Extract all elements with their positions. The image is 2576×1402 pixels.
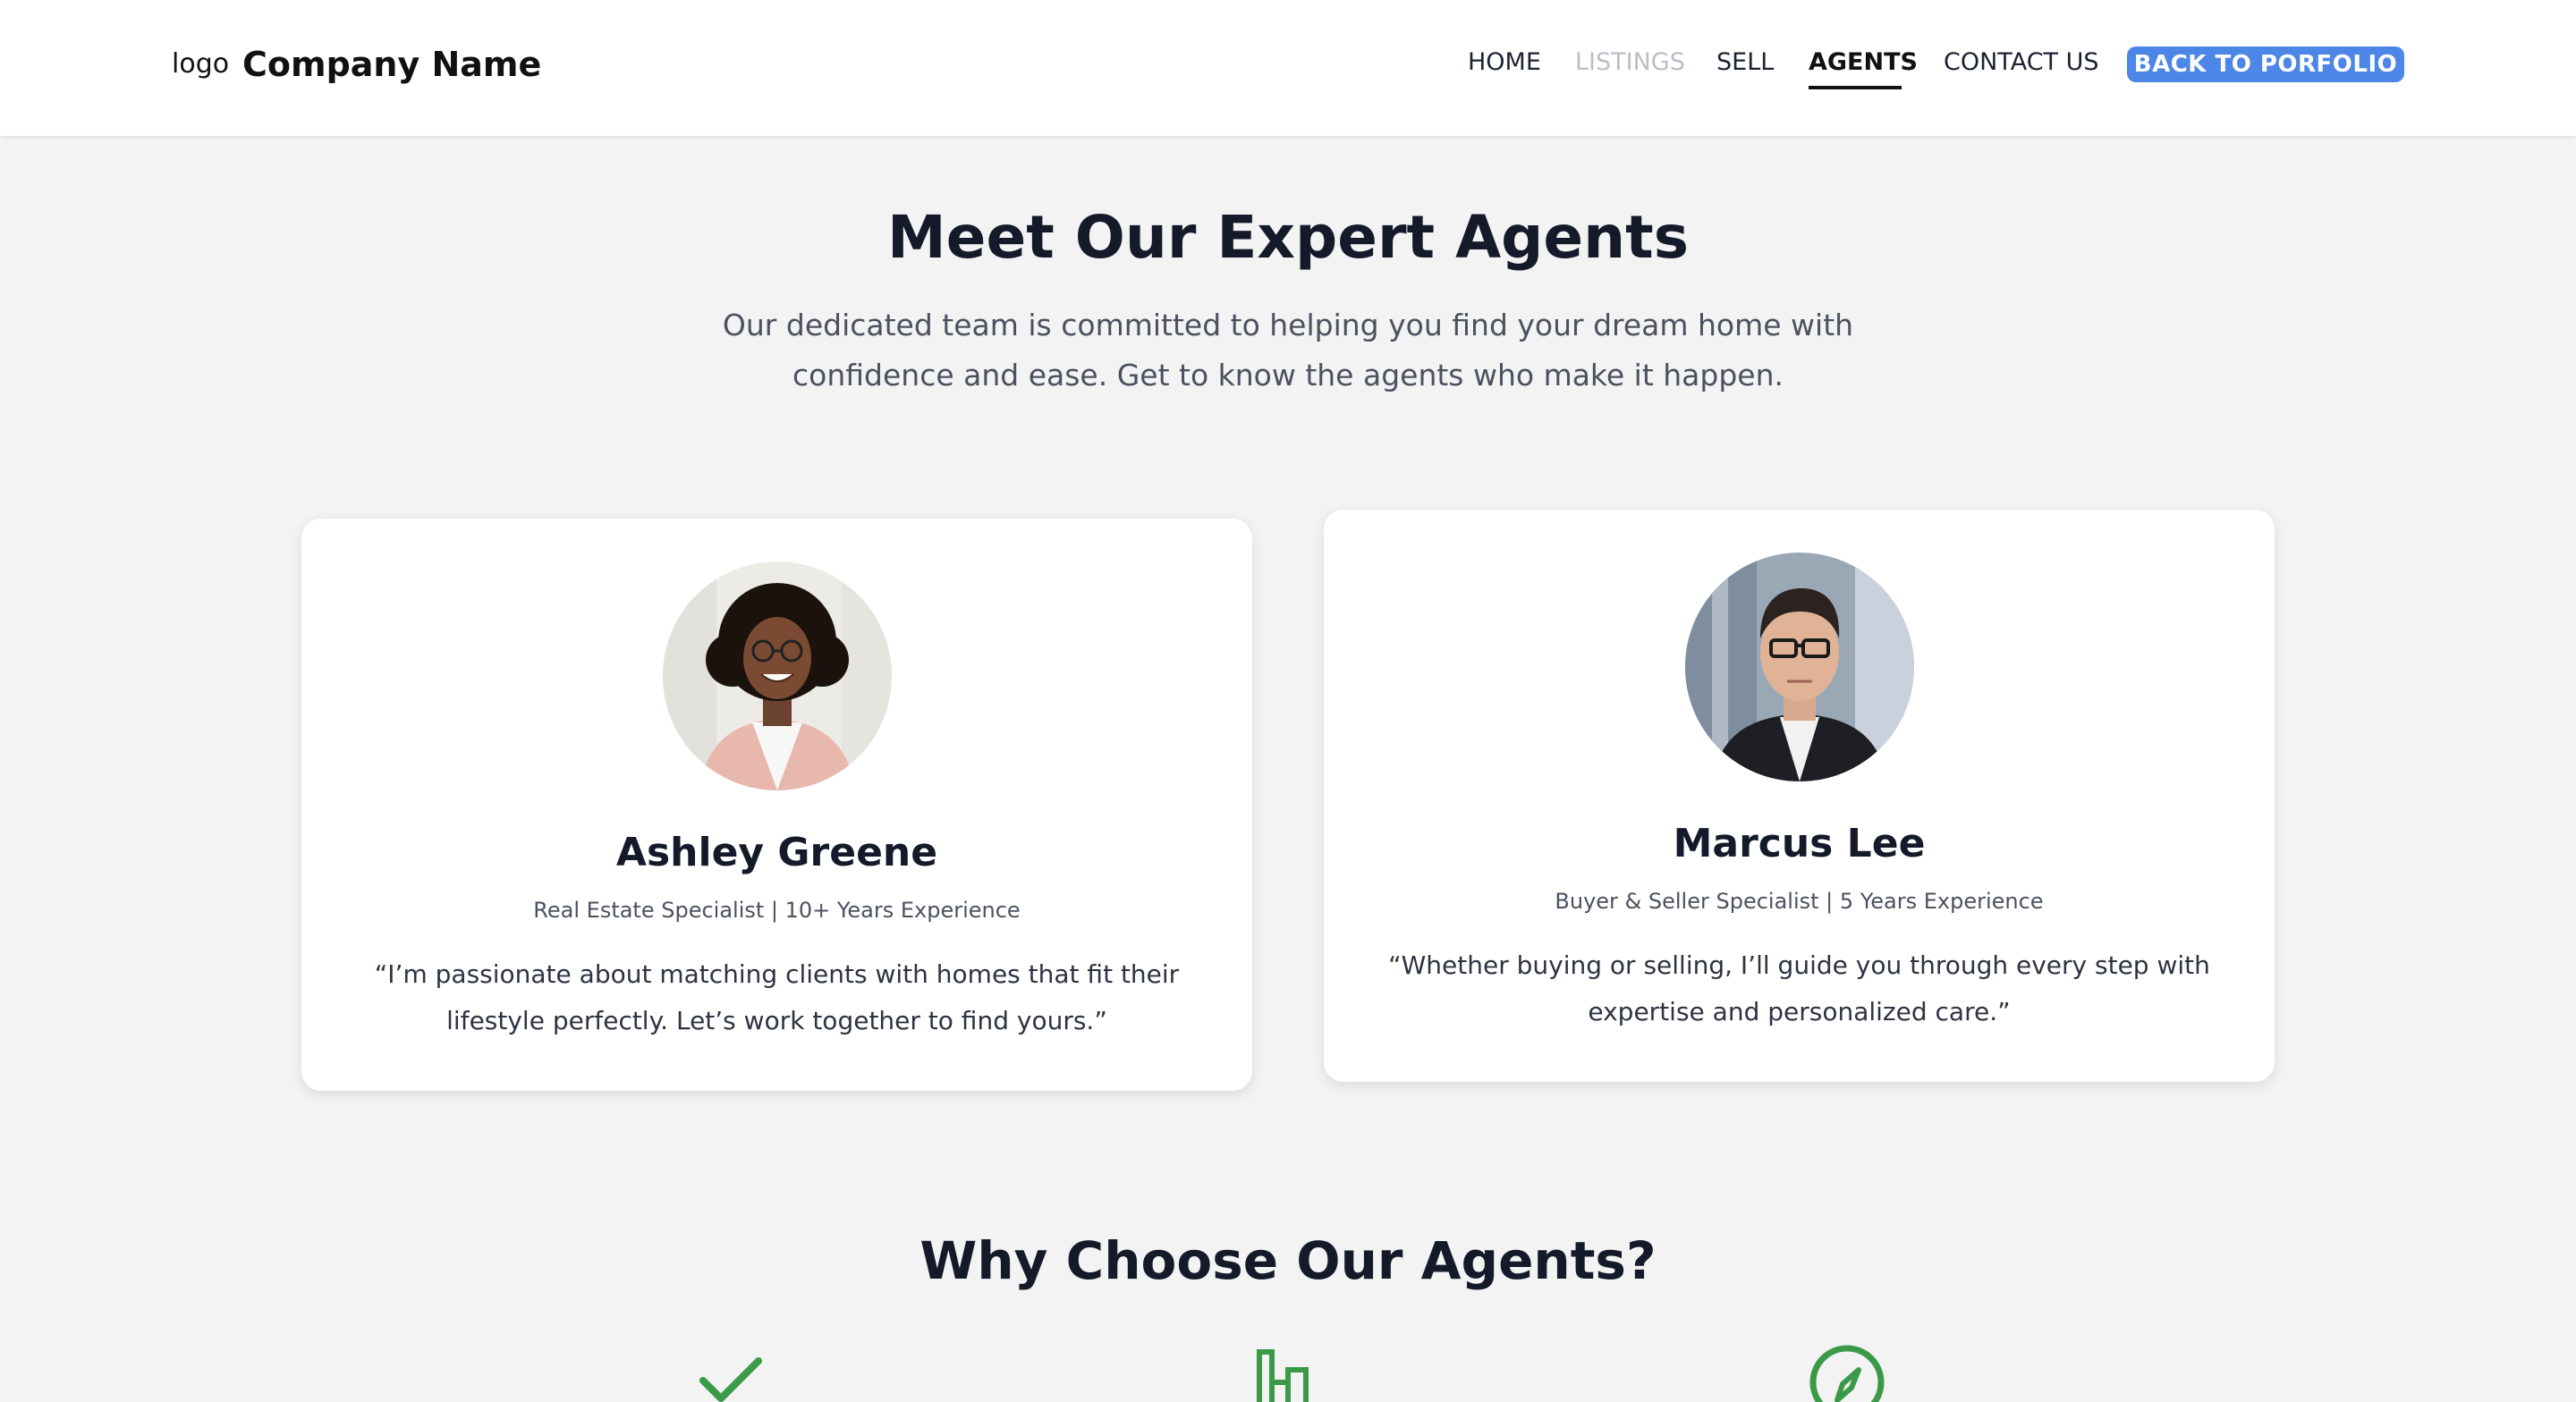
- agent-card: Marcus Lee Buyer & Seller Specialist | 5…: [1324, 510, 2275, 1082]
- page-subtitle: Our dedicated team is committed to helpi…: [722, 308, 1854, 393]
- avatar: [1685, 553, 1914, 781]
- agent-name: Marcus Lee: [1673, 821, 1926, 866]
- agent-role: Buyer & Seller Specialist | 5 Years Expe…: [1555, 889, 2044, 914]
- city-buildings-icon: [1249, 1341, 1329, 1402]
- nav-agents[interactable]: AGENTS: [1809, 45, 1918, 80]
- avatar: [663, 562, 892, 790]
- agent-quote: “I’m passionate about matching clients w…: [374, 959, 1180, 1035]
- compass-icon: [1807, 1341, 1887, 1402]
- agent-name: Ashley Greene: [615, 830, 938, 875]
- nav-listings[interactable]: LISTINGS: [1575, 45, 1685, 80]
- company-name[interactable]: Company Name: [242, 43, 541, 86]
- logo[interactable]: logo: [172, 46, 229, 82]
- man-portrait-icon: [1685, 553, 1914, 781]
- page-title: Meet Our Expert Agents: [887, 203, 1689, 272]
- nav-active-indicator: [1809, 86, 1902, 89]
- nav-home[interactable]: HOME: [1468, 45, 1541, 80]
- back-to-portfolio-button[interactable]: BACK TO PORFOLIO: [2127, 46, 2404, 82]
- agent-quote: “Whether buying or selling, I’ll guide y…: [1388, 950, 2210, 1026]
- site-header: logo Company Name HOME LISTINGS SELL AGE…: [0, 0, 2576, 136]
- nav-contact[interactable]: CONTACT US: [1944, 45, 2099, 80]
- checkmark-icon: [691, 1341, 771, 1402]
- section-title: Why Choose Our Agents?: [919, 1230, 1657, 1291]
- nav-sell[interactable]: SELL: [1716, 45, 1774, 80]
- agent-card: Ashley Greene Real Estate Specialist | 1…: [301, 519, 1252, 1091]
- agent-role: Real Estate Specialist | 10+ Years Exper…: [533, 898, 1021, 923]
- woman-portrait-icon: [663, 562, 892, 790]
